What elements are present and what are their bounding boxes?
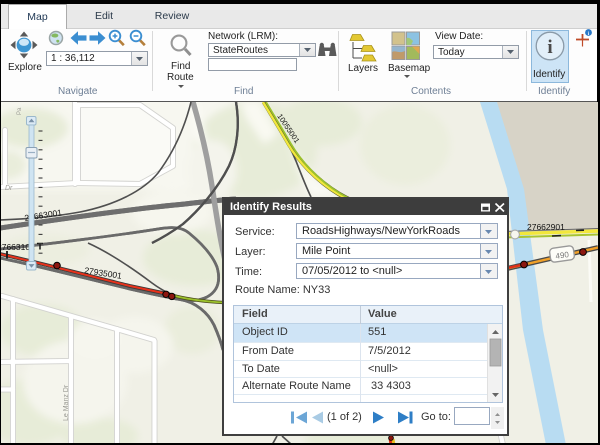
svg-text:Le Manz Dr: Le Manz Dr (63, 384, 70, 421)
svg-text:Dr: Dr (5, 185, 13, 192)
svg-text:i: i (547, 37, 552, 58)
svg-text:27662901: 27662901 (527, 222, 565, 232)
svg-text:Pa: Pa (17, 107, 23, 115)
svg-text:490: 490 (555, 250, 570, 261)
